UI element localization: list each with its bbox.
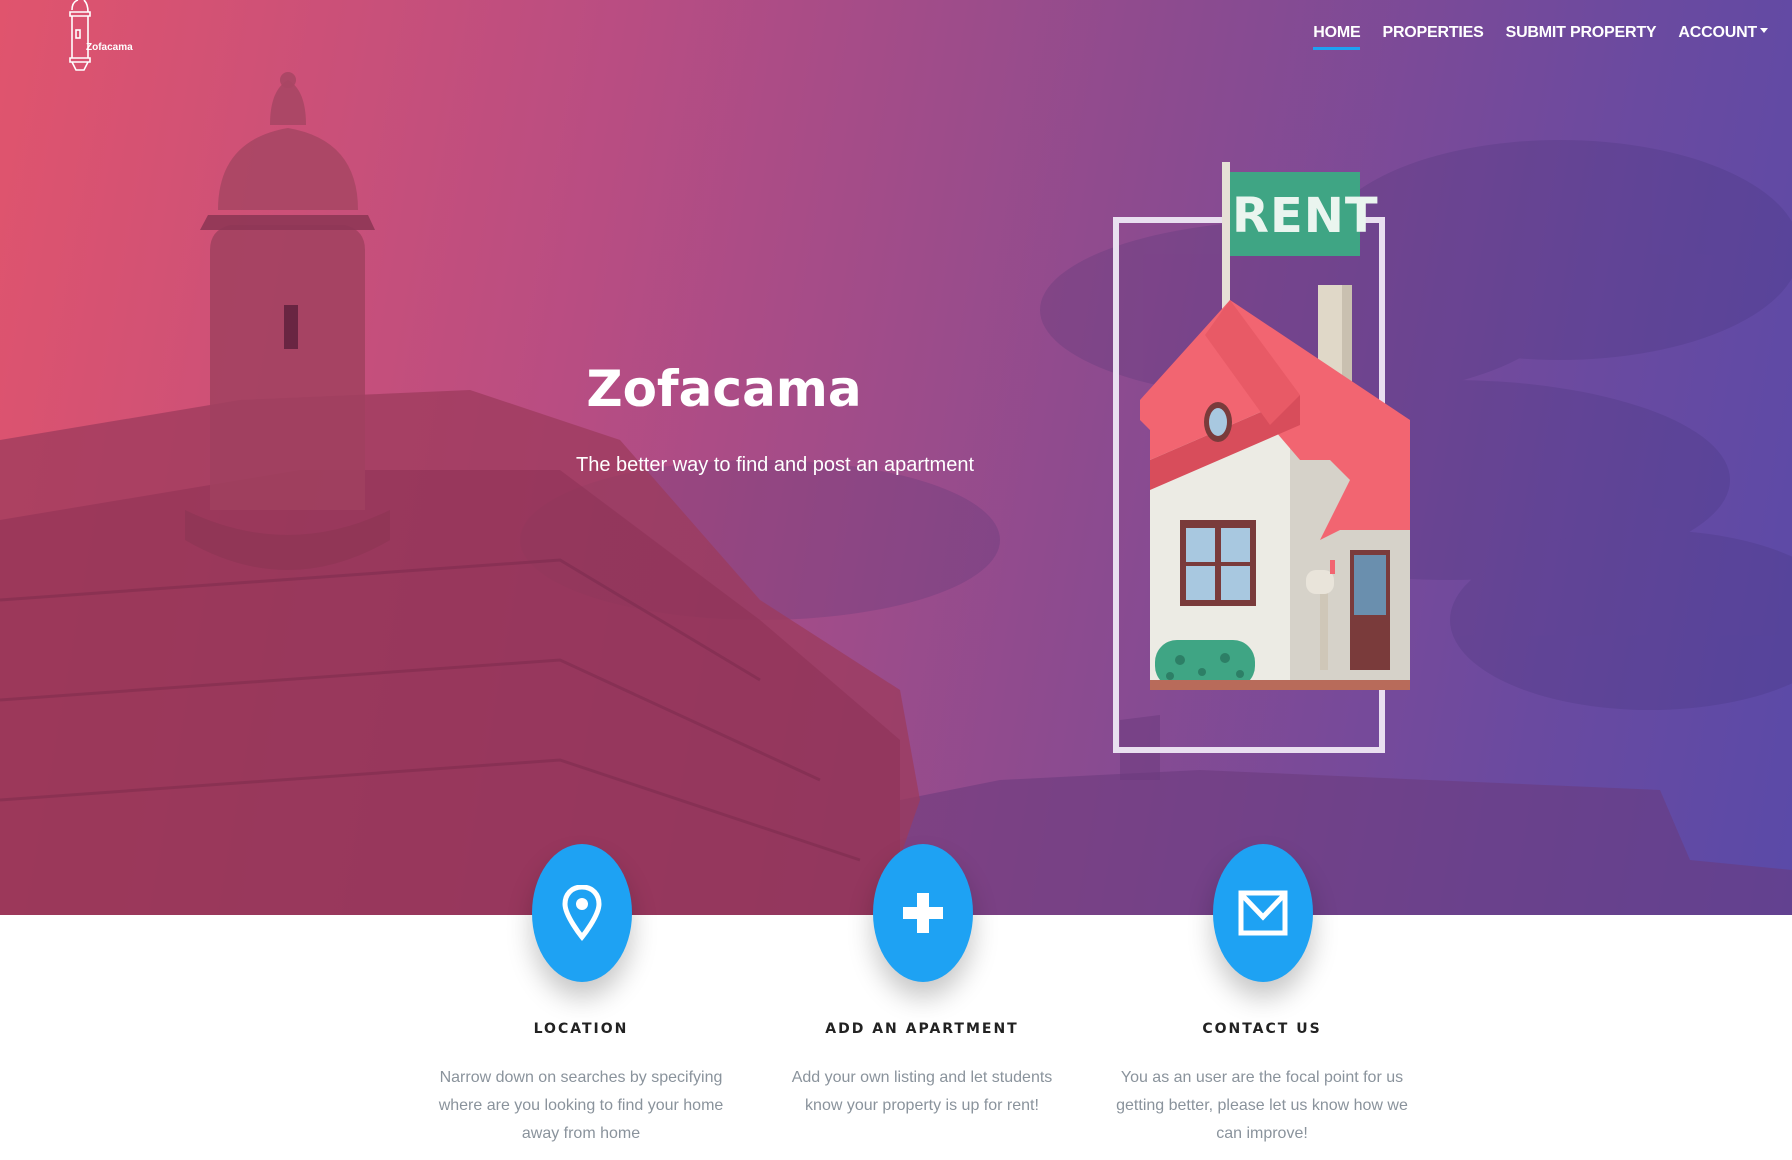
nav-home[interactable]: HOME: [1313, 24, 1361, 50]
nav-properties-label: PROPERTIES: [1382, 24, 1484, 41]
feature-text-location: Narrow down on searches by specifying wh…: [438, 1069, 724, 1142]
feature-title-contact-us: CONTACT US: [1202, 1021, 1322, 1037]
hero-subtitle: The better way to find and post an apart…: [575, 454, 975, 476]
nav-home-label: HOME: [1313, 24, 1361, 41]
nav-properties[interactable]: PROPERTIES: [1382, 24, 1483, 50]
rent-sign-text: RENT: [1232, 188, 1379, 244]
envelope-icon: [1238, 890, 1288, 936]
nav-account[interactable]: ACCOUNT: [1678, 24, 1768, 50]
feature-title-location: LOCATION: [533, 1021, 629, 1037]
caret-down-icon: [1760, 28, 1768, 34]
nav-submit-property[interactable]: SUBMIT PROPERTY: [1506, 24, 1657, 50]
contact-us-button[interactable]: [1213, 844, 1313, 982]
hero-section: Zofacama HOME PROPERTIES SUBMIT PROPERTY…: [0, 0, 1792, 915]
main-nav: HOME PROPERTIES SUBMIT PROPERTY ACCOUNT: [1313, 24, 1768, 50]
location-button[interactable]: [532, 844, 632, 982]
nav-submit-property-label: SUBMIT PROPERTY: [1505, 24, 1657, 41]
hero-title: Zofacama: [586, 360, 862, 418]
feature-title-add-apartment: ADD AN APARTMENT: [825, 1021, 1019, 1037]
add-apartment-button[interactable]: [873, 844, 973, 982]
feature-text-contact-us: You as an user are the focal point for u…: [1116, 1069, 1408, 1142]
feature-text-add-apartment: Add your own listing and let students kn…: [791, 1069, 1053, 1114]
nav-account-label: ACCOUNT: [1678, 24, 1757, 41]
map-marker-icon: [562, 885, 602, 941]
plus-icon: [903, 893, 943, 933]
rent-house-illustration: [1113, 162, 1410, 753]
logo-text[interactable]: Zofacama: [86, 42, 133, 53]
page: Zofacama HOME PROPERTIES SUBMIT PROPERTY…: [0, 0, 1792, 1160]
